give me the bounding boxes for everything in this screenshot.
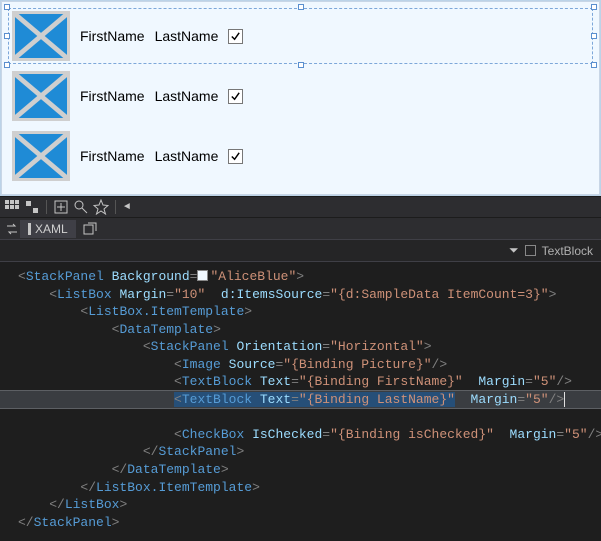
checkbox[interactable] bbox=[228, 149, 243, 164]
list-item[interactable]: FirstName LastName bbox=[8, 68, 593, 124]
checkbox[interactable] bbox=[228, 29, 243, 44]
list-item[interactable]: FirstName LastName bbox=[8, 8, 593, 64]
image-placeholder-icon bbox=[12, 131, 70, 181]
last-name-label: LastName bbox=[155, 88, 219, 104]
popout-icon[interactable] bbox=[82, 221, 98, 237]
chevron-left-icon[interactable]: ◄ bbox=[122, 202, 132, 213]
tab-active-indicator bbox=[28, 223, 31, 235]
checkbox[interactable] bbox=[228, 89, 243, 104]
breadcrumb-element[interactable]: TextBlock bbox=[542, 244, 593, 258]
design-surface[interactable]: FirstName LastName FirstName LastName Fi… bbox=[0, 0, 601, 196]
grid-icon[interactable] bbox=[4, 199, 20, 215]
chevron-down-icon[interactable]: ⏷ bbox=[509, 243, 519, 258]
listbox-preview[interactable]: FirstName LastName FirstName LastName Fi… bbox=[1, 1, 600, 195]
first-name-label: FirstName bbox=[80, 28, 145, 44]
first-name-label: FirstName bbox=[80, 148, 145, 164]
last-name-label: LastName bbox=[155, 28, 219, 44]
designer-toolbar: ◄ bbox=[0, 196, 601, 218]
breadcrumb: ⏷ TextBlock bbox=[0, 240, 601, 262]
image-placeholder-icon bbox=[12, 11, 70, 61]
zoom-fit-icon[interactable] bbox=[53, 199, 69, 215]
first-name-label: FirstName bbox=[80, 88, 145, 104]
snap-icon[interactable] bbox=[24, 199, 40, 215]
element-glyph-icon bbox=[525, 245, 536, 256]
zoom-icon[interactable] bbox=[73, 199, 89, 215]
editor-tabbar: XAML bbox=[0, 218, 601, 240]
image-placeholder-icon bbox=[12, 71, 70, 121]
color-swatch-icon bbox=[197, 270, 208, 281]
effects-icon[interactable] bbox=[93, 199, 109, 215]
divider bbox=[115, 200, 116, 214]
list-item[interactable]: FirstName LastName bbox=[8, 128, 593, 184]
tab-xaml[interactable]: XAML bbox=[20, 220, 76, 238]
divider bbox=[46, 200, 47, 214]
tab-label: XAML bbox=[35, 222, 68, 236]
swap-panes-icon[interactable] bbox=[4, 221, 20, 237]
code-editor[interactable]: <StackPanel Background="AliceBlue"> <Lis… bbox=[0, 262, 601, 541]
last-name-label: LastName bbox=[155, 148, 219, 164]
